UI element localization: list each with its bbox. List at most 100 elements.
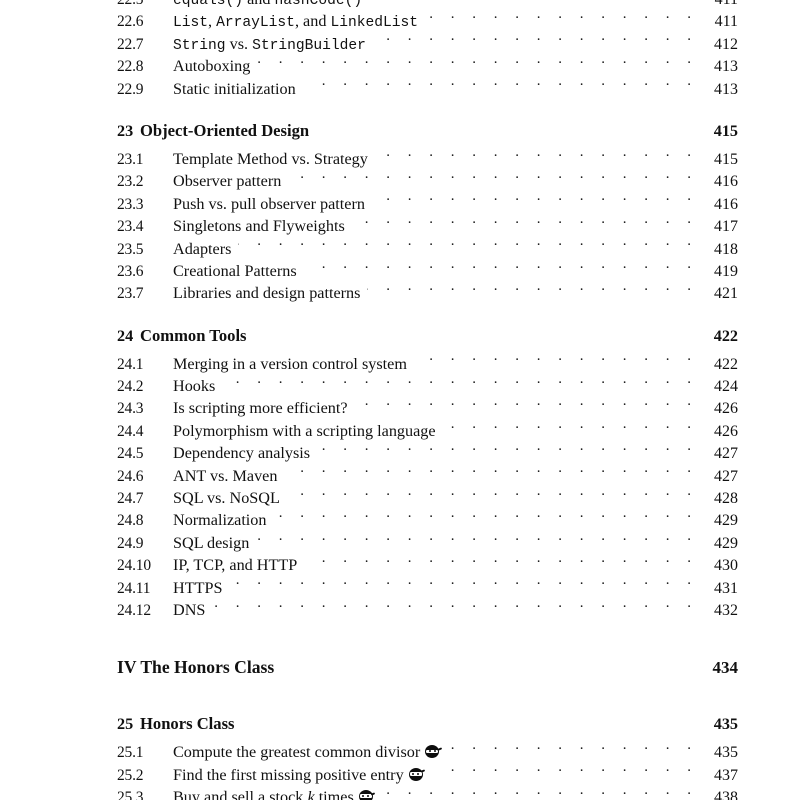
toc-section-row[interactable]: 23.6 Creational Patterns . . . . . . . . .… bbox=[0, 260, 800, 282]
leader-dots-text: . . . . . . . . . . . . . . . . . . . . … bbox=[449, 741, 698, 754]
toc-section-row[interactable]: 23.2 Observer pattern . . . . . . . . . . … bbox=[0, 170, 800, 192]
title-text: Push vs. pull observer pattern bbox=[173, 194, 365, 213]
section-number: 22.7 bbox=[117, 35, 144, 53]
section-title: Push vs. pull observer pattern bbox=[173, 195, 372, 214]
leader-dots-text: . . . . . . . . . . . . . . . . . . . . … bbox=[288, 170, 698, 183]
title-text: Template Method vs. Strategy bbox=[173, 149, 368, 168]
leader-dots: . . . . . . . . . . . . . . . . . . . . … bbox=[304, 260, 698, 276]
leader-dots-text: . . . . . . . . . . . . . . . . . . . . … bbox=[414, 352, 698, 365]
section-title: SQL design bbox=[173, 534, 256, 553]
toc-section-row[interactable]: 24.9 SQL design . . . . . . . . . . . . . … bbox=[0, 532, 800, 554]
toc-section-row[interactable]: 23.4 Singletons and Flyweights . . . . . .… bbox=[0, 215, 800, 237]
title-text: SQL vs. NoSQL bbox=[173, 489, 280, 508]
section-number: 22.6 bbox=[117, 13, 144, 31]
leader-dots-text: . . . . . . . . . . . . . . . . . . . . … bbox=[257, 55, 698, 67]
section-title: Find the first missing positive entry bbox=[173, 766, 433, 785]
section-title: Hooks bbox=[173, 377, 222, 396]
leader-dots: . . . . . . . . . . . . . . . . . . . . … bbox=[443, 420, 698, 436]
leader-dots: . . . . . . . . . . . . . . . . . . . . … bbox=[425, 10, 698, 26]
section-number: 22.8 bbox=[117, 58, 144, 76]
section-title: String vs. StringBuilder bbox=[173, 35, 373, 54]
leader-dots-text: . . . . . . . . . . . . . . . . . . . . … bbox=[355, 397, 698, 410]
toc-section-row[interactable]: 23.3 Push vs. pull observer pattern . . . … bbox=[0, 193, 800, 215]
toc-section-row[interactable]: 24.4 Polymorphism with a scripting langua… bbox=[0, 420, 800, 442]
chapter-title: Honors Class bbox=[140, 714, 242, 734]
toc-section-row[interactable]: 22.6 List, ArrayList, and LinkedList. . .… bbox=[0, 10, 800, 32]
toc-section-row[interactable]: 22.9 Static initialization . . . . . . . .… bbox=[0, 78, 800, 100]
page-number: 417 bbox=[714, 218, 738, 236]
section-title: Template Method vs. Strategy bbox=[173, 150, 375, 169]
page-number: 434 bbox=[712, 658, 739, 678]
table-of-contents-list: 22.5equals() and hashCode(). . . . . . .… bbox=[0, 0, 800, 800]
leader-dots-text: . . . . . . . . . . . . . . . . . . . . … bbox=[304, 259, 698, 272]
toc-chapter-row[interactable]: 23 Object-Oriented Design . . . . . . . . … bbox=[0, 120, 800, 144]
toc-part-row[interactable]: IV The Honors Class . . . . . . . . . . .… bbox=[0, 657, 800, 683]
leader-dots-text: . . . . . . . . . . . . . . . . . . . . … bbox=[287, 487, 698, 499]
leader-dots: . . . . . . . . . . . . . . . . . . . . … bbox=[257, 55, 698, 71]
toc-section-row[interactable]: 22.7 String vs. StringBuilder. . . . . . … bbox=[0, 33, 800, 55]
toc-section-row[interactable]: 23.5 Adapters . . . . . . . . . . . . . . … bbox=[0, 238, 800, 260]
toc-section-row[interactable]: 25.3 Buy and sell a stock k times. . . . … bbox=[0, 786, 800, 800]
title-text: Honors Class bbox=[140, 714, 235, 734]
toc-section-row[interactable]: 24.1 Merging in a version control system.… bbox=[0, 353, 800, 375]
toc-section-row[interactable]: 24.7 SQL vs. NoSQL . . . . . . . . . . . .… bbox=[0, 487, 800, 509]
title-text: SQL design bbox=[173, 533, 250, 552]
section-title: SQL vs. NoSQL bbox=[173, 489, 287, 508]
toc-section-row[interactable]: 24.8 Normalization . . . . . . . . . . . .… bbox=[0, 509, 800, 531]
section-title: Compute the greatest common divisor bbox=[173, 743, 449, 762]
toc-section-row[interactable]: 24.11 HTTPS . . . . . . . . . . . . . . . … bbox=[0, 577, 800, 599]
section-title: Merging in a version control system bbox=[173, 355, 414, 374]
title-text: Creational Patterns bbox=[173, 261, 297, 280]
page-number: 413 bbox=[714, 58, 738, 76]
toc-section-row[interactable]: 24.10 IP, TCP, and HTTP . . . . . . . . . … bbox=[0, 554, 800, 576]
title-text: Is scripting more efficient? bbox=[173, 399, 348, 418]
title-text: sell bbox=[227, 788, 254, 800]
toc-section-row[interactable]: 23.1 Template Method vs. Strategy . . . . … bbox=[0, 148, 800, 170]
leader-dots: . . . . . . . . . . . . . . . . . . . . … bbox=[372, 193, 698, 209]
section-title: Observer pattern bbox=[173, 172, 288, 191]
section-number: 24.7 bbox=[117, 490, 144, 508]
toc-section-row[interactable]: 22.8 Autoboxing . . . . . . . . . . . . . … bbox=[0, 55, 800, 77]
toc-chapter-row[interactable]: 24 Common Tools . . . . . . . . . . . . . … bbox=[0, 325, 800, 349]
toc-section-row[interactable]: 25.2 Find the first missing positive entr… bbox=[0, 764, 800, 786]
toc-section-row[interactable]: 24.12 DNS . . . . . . . . . . . . . . . . … bbox=[0, 599, 800, 621]
ninja-tail-part bbox=[371, 791, 376, 796]
section-title: Adapters bbox=[173, 240, 238, 259]
section-title: IP, TCP, and HTTP bbox=[173, 556, 304, 575]
toc-section-row[interactable]: 25.1 Compute the greatest common divisor.… bbox=[0, 741, 800, 763]
toc-section-row[interactable]: 24.3 Is scripting more efficient? . . . . … bbox=[0, 397, 800, 419]
leader-dots: . . . . . . . . . . . . . . . . . . . . … bbox=[284, 465, 698, 481]
leader-dots-text: . . . . . . . . . . . . . . . . . . . . … bbox=[433, 763, 698, 776]
toc-section-row[interactable]: 24.5 Dependency analysis . . . . . . . . .… bbox=[0, 442, 800, 464]
page-number: 430 bbox=[714, 557, 738, 575]
title-text: Common Tools bbox=[140, 325, 247, 345]
title-text: Normalization bbox=[173, 511, 267, 530]
section-number: 24.4 bbox=[117, 422, 144, 440]
title-text: , bbox=[208, 12, 217, 31]
title-text: Dependency analysis bbox=[173, 444, 311, 463]
chapter-number: 24 bbox=[117, 326, 134, 345]
toc-section-row[interactable]: 22.5equals() and hashCode(). . . . . . .… bbox=[0, 0, 800, 10]
leader-dots: . . . . . . . . . . . . . . . . . . . . … bbox=[317, 442, 698, 458]
title-text: Merging in a version control system bbox=[173, 354, 407, 373]
page-number: 427 bbox=[714, 467, 738, 485]
leader-dots: . . . . . . . . . . . . . . . . . . . . … bbox=[256, 532, 698, 548]
section-number: 23.7 bbox=[117, 285, 144, 303]
leader-dots-text: . . . . . . . . . . . . . . . . . . . . … bbox=[372, 192, 698, 205]
page-number: 428 bbox=[714, 490, 738, 508]
section-title: Normalization bbox=[173, 511, 274, 530]
toc-section-row[interactable]: 24.2 Hooks . . . . . . . . . . . . . . . .… bbox=[0, 375, 800, 397]
leader-dots: . . . . . . . . . . . . . . . . . . . . … bbox=[303, 78, 698, 94]
title-text: stock bbox=[265, 788, 304, 800]
section-title: List, ArrayList, and LinkedList bbox=[173, 12, 425, 31]
section-number: 24.2 bbox=[117, 378, 144, 396]
leader-dots: . . . . . . . . . . . . . . . . . . . . … bbox=[242, 713, 698, 729]
toc-section-row[interactable]: 23.7 Libraries and design patterns . . . .… bbox=[0, 282, 800, 304]
toc-section-row[interactable]: 24.6 ANT vs. Maven . . . . . . . . . . . .… bbox=[0, 465, 800, 487]
toc-chapter-row[interactable]: 25 Honors Class . . . . . . . . . . . . . … bbox=[0, 713, 800, 737]
section-number: 24.6 bbox=[117, 467, 144, 485]
title-text: DNS bbox=[173, 600, 206, 619]
